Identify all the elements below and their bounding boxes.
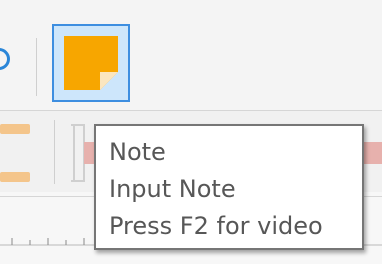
style-swatch[interactable] — [0, 124, 30, 134]
sticky-note-icon — [64, 36, 118, 90]
toolbar-separator — [36, 38, 37, 96]
note-button[interactable] — [52, 24, 130, 102]
tooltip-description: Input Note — [109, 175, 236, 203]
color-swatch[interactable] — [364, 142, 382, 164]
tooltip: Note Input Note Press F2 for video — [94, 124, 364, 250]
style-swatch[interactable] — [0, 172, 30, 182]
tooltip-hint: Press F2 for video — [109, 212, 323, 240]
tooltip-title: Note — [109, 138, 166, 166]
toolbar-separator — [54, 120, 55, 184]
divider — [0, 110, 382, 111]
